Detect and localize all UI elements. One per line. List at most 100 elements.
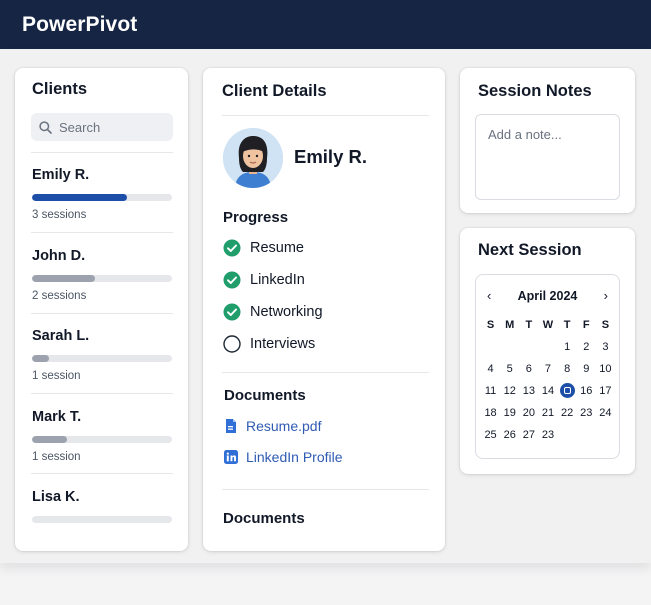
calendar-day[interactable]: 9	[577, 361, 596, 378]
calendar-day[interactable]: 27	[519, 427, 538, 444]
divider	[31, 232, 173, 233]
divider	[31, 313, 173, 314]
client-item-john[interactable]: John D. 2 sessions	[32, 248, 172, 302]
search-input[interactable]: Search	[31, 113, 173, 141]
client-name: Sarah L.	[32, 328, 90, 344]
divider	[222, 115, 429, 116]
avatar-illustration	[223, 128, 283, 188]
weekday-label: F	[582, 319, 590, 331]
calendar-blank	[538, 339, 557, 356]
documents-heading-secondary: Documents	[223, 510, 305, 527]
client-progress-bar	[32, 516, 172, 523]
calendar-day[interactable]: 22	[558, 405, 577, 422]
linkedin-icon	[224, 450, 238, 464]
note-placeholder: Add a note...	[488, 127, 562, 142]
client-progress-bar	[32, 355, 172, 362]
client-item-sarah[interactable]: Sarah L. 1 session	[32, 328, 172, 382]
client-name-heading: Emily R.	[294, 146, 367, 167]
document-link-linkedin[interactable]: LinkedIn Profile	[224, 449, 343, 465]
progress-heading: Progress	[223, 209, 289, 226]
note-input[interactable]: Add a note...	[475, 114, 620, 200]
progress-fill	[32, 194, 128, 201]
check-circle-icon	[223, 303, 241, 321]
document-link-label: LinkedIn Profile	[246, 449, 343, 465]
calendar-day[interactable]: 4	[481, 361, 500, 378]
weekday-label: S	[486, 319, 495, 331]
calendar-day[interactable]: 6	[519, 361, 538, 378]
calendar-blank	[500, 339, 519, 356]
calendar-day[interactable]: 16	[577, 383, 596, 400]
weekday-label: W	[542, 319, 554, 331]
calendar-day[interactable]: 25	[481, 427, 500, 444]
chevron-right-icon[interactable]: ›	[604, 288, 608, 303]
progress-item-interviews[interactable]: Interviews	[223, 335, 315, 353]
client-name: Mark T.	[32, 409, 82, 425]
client-details-title: Client Details	[222, 82, 327, 100]
calendar-blank	[519, 339, 538, 356]
client-name: John D.	[32, 248, 86, 264]
app-title: PowerPivot	[22, 12, 138, 36]
client-item-mark[interactable]: Mark T. 1 session	[32, 409, 172, 463]
calendar-day[interactable]: 26	[500, 427, 519, 444]
calendar-day[interactable]: 7	[538, 361, 557, 378]
clients-title: Clients	[32, 80, 88, 98]
calendar-day[interactable]: 3	[596, 339, 615, 356]
calendar-day[interactable]: 18	[481, 405, 500, 422]
calendar-day[interactable]: 23	[538, 427, 557, 444]
client-progress-bar	[32, 436, 172, 443]
calendar-day[interactable]: 23	[577, 405, 596, 422]
calendar-day[interactable]: 5	[500, 361, 519, 378]
document-icon	[226, 419, 236, 433]
client-sessions: 3 sessions	[32, 209, 87, 221]
progress-item-label: Interviews	[250, 336, 316, 352]
calendar-day[interactable]: 17	[596, 383, 615, 400]
document-link-resume[interactable]: Resume.pdf	[224, 418, 321, 434]
client-progress-bar	[32, 194, 172, 201]
weekday-label: T	[525, 319, 533, 331]
calendar-day[interactable]: 12	[500, 383, 519, 400]
divider	[31, 393, 173, 394]
progress-item-networking[interactable]: Networking	[223, 303, 323, 321]
calendar-day[interactable]: 8	[558, 361, 577, 378]
calendar-grid: S M T W T F S 1 2 3 4 5 6 7 8 9 10 11 12 13 14 16 17 18 19 20 21 22…	[481, 317, 615, 444]
weekday-label: S	[601, 319, 610, 331]
divider	[31, 152, 173, 153]
calendar-header: ‹ April 2024 ›	[475, 288, 620, 303]
progress-item-label: Resume	[250, 240, 304, 256]
calendar-day[interactable]: 2	[577, 339, 596, 356]
progress-item-linkedin[interactable]: LinkedIn	[223, 271, 305, 289]
progress-item-label: LinkedIn	[250, 272, 305, 288]
progress-item-label: Networking	[250, 304, 323, 320]
client-sessions: 2 sessions	[32, 290, 87, 302]
progress-fill	[32, 355, 49, 362]
client-item-emily[interactable]: Emily R. 3 sessions	[32, 167, 172, 221]
client-name: Lisa K.	[32, 489, 80, 505]
calendar-day[interactable]: 13	[519, 383, 538, 400]
chevron-left-icon[interactable]: ‹	[487, 288, 491, 303]
divider	[31, 473, 173, 474]
calendar-day[interactable]: 10	[596, 361, 615, 378]
progress-fill	[32, 275, 95, 282]
weekday-label: T	[563, 319, 571, 331]
calendar-day[interactable]: 24	[596, 405, 615, 422]
next-session-title: Next Session	[478, 241, 582, 259]
app-header: PowerPivot	[0, 0, 651, 49]
check-circle-icon	[223, 271, 241, 289]
check-circle-icon	[223, 239, 241, 257]
calendar-day[interactable]: 21	[538, 405, 557, 422]
progress-fill	[32, 436, 67, 443]
calendar-day[interactable]: 19	[500, 405, 519, 422]
client-item-lisa[interactable]: Lisa K.	[32, 489, 172, 523]
calendar-month: April 2024	[517, 288, 578, 303]
calendar-day[interactable]: 14	[538, 383, 557, 400]
calendar-day-selected[interactable]	[558, 382, 577, 400]
progress-item-resume[interactable]: Resume	[223, 239, 304, 257]
divider	[222, 489, 429, 490]
calendar-day[interactable]: 20	[519, 405, 538, 422]
session-notes-title: Session Notes	[478, 82, 592, 100]
avatar	[223, 128, 283, 188]
calendar-day[interactable]: 1	[558, 339, 577, 356]
search-placeholder: Search	[59, 119, 101, 135]
documents-heading: Documents	[224, 387, 306, 404]
calendar-day[interactable]: 11	[481, 383, 500, 400]
